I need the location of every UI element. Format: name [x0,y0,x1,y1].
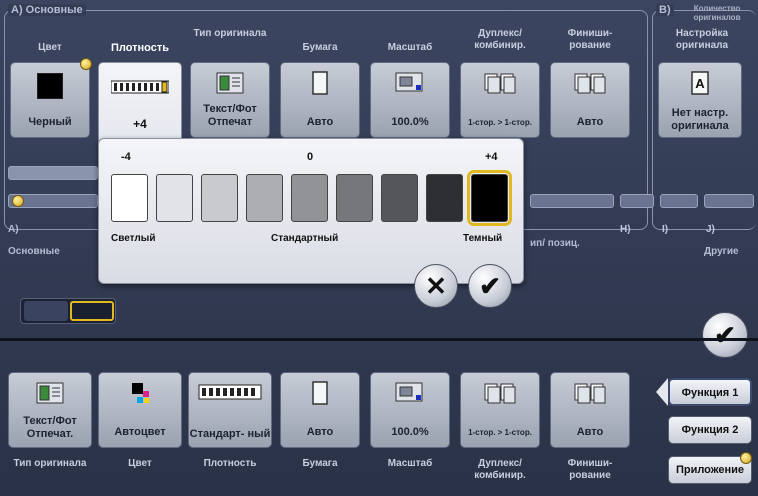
finishing-button[interactable]: Авто [550,62,630,138]
section-a-label: А) Основные [8,4,86,16]
section-divider [0,338,758,341]
caption-density: Плотность [203,458,257,469]
scroll-segment-j[interactable] [704,194,754,208]
svg-text:A: A [695,76,705,91]
bottom-paper-button[interactable]: Авто [280,372,360,448]
header-duplex: Дуплекс/ комбинир. [474,28,526,51]
letter-j: J) [706,224,715,235]
caption-zoom: Масштаб [387,458,433,469]
header-paper: Бумага [302,42,338,53]
black-square-icon [37,73,63,99]
density-level-1[interactable] [336,174,373,222]
density-max-label: +4 [485,151,498,163]
caption-original-type: Тип оригинала [13,458,87,469]
bottom-duplex-button[interactable]: 1-стор. > 1-стор. [460,372,540,448]
header-original-type: Тип оригинала [193,28,267,39]
density-gauge-icon [198,381,262,405]
strip-basic-label: Основные [8,246,60,257]
bottom-color-button[interactable]: Автоцвет [98,372,182,448]
color-indicator-dot [80,58,92,70]
header-color: Цвет [38,42,62,53]
density-level-3[interactable] [426,174,463,222]
density-level--4[interactable] [111,174,148,222]
original-setting-button[interactable]: A Нет настр. оригинала [658,62,742,138]
density-level--3[interactable] [156,174,193,222]
caption-finishing: Финиши- рование [567,458,613,481]
auto-color-icon [124,381,156,405]
header-finishing: Финиши- рование [567,28,613,51]
start-ok-button[interactable]: ✔ [702,312,748,358]
paper-button[interactable]: Авто [280,62,360,138]
paper-icon [304,71,336,95]
function-selector-arrow [656,378,668,406]
density-level--2[interactable] [201,174,238,222]
toggle-list-view[interactable] [24,301,68,321]
scroll-position-dot [12,195,24,207]
bottom-finishing-button[interactable]: Авто [550,372,630,448]
section-b-label: В) [656,4,674,16]
function-1-button[interactable]: Функция 1 [668,378,752,406]
caption-duplex: Дуплекс/ комбинир. [474,458,526,481]
scroll-segment-i[interactable] [660,194,698,208]
dark-label: Темный [463,233,503,244]
duplex-icon [484,381,516,405]
copier-screen: А) Основные В) Количество оригиналов Цве… [0,0,758,496]
density-button[interactable]: +4 [98,62,182,144]
original-count-label: Количество оригиналов [693,4,741,22]
scroll-segment-h[interactable] [620,194,654,208]
document-photo-icon [34,381,66,405]
original-a-icon: A [684,71,716,95]
original-type-button[interactable]: Текст/Фот Отпечат [190,62,270,138]
header-zoom: Масштаб [387,42,433,53]
display-toggle [20,298,116,324]
application-indicator-dot [740,452,752,464]
document-photo-icon [214,71,246,95]
density-level--1[interactable] [246,174,283,222]
zoom-icon [394,381,426,405]
bottom-density-button[interactable]: Стандарт- ный [188,372,272,448]
density-level-2[interactable] [381,174,418,222]
cancel-button[interactable]: ✕ [414,264,458,308]
function-2-button[interactable]: Функция 2 [668,416,752,444]
header-density: Плотность [110,42,170,54]
finishing-icon [574,381,606,405]
application-button[interactable]: Приложение [668,456,752,484]
toggle-scroll-view[interactable] [70,301,114,321]
duplex-button[interactable]: 1-стор. > 1-стор. [460,62,540,138]
zoom-icon [394,71,426,95]
light-label: Светлый [111,233,156,244]
header-original-setting: Настройка оригинала [675,28,729,51]
strip-type-position-label: ип/ позиц. [530,238,580,249]
caption-paper: Бумага [302,458,338,469]
bottom-zoom-button[interactable]: 100.0% [370,372,450,448]
density-level-4[interactable] [467,170,512,226]
standard-label: Стандартный [271,233,339,244]
ok-button[interactable]: ✔ [468,264,512,308]
density-gauge-icon [110,79,170,95]
density-mid-label: 0 [307,151,314,163]
strip-section-letter: А) [8,224,19,235]
scroll-tab-left[interactable] [8,166,98,180]
bottom-original-type-button[interactable]: Текст/Фот Отпечат. [8,372,92,448]
paper-icon [304,381,336,405]
letter-i: I) [662,224,669,235]
finishing-icon [574,71,606,95]
density-level-0[interactable] [291,174,328,222]
strip-other-label: Другие [704,246,739,257]
letter-h: H) [620,224,631,235]
zoom-button[interactable]: 100.0% [370,62,450,138]
density-min-label: -4 [121,151,131,163]
color-button[interactable]: Черный [10,62,90,138]
caption-color: Цвет [128,458,152,469]
density-popup: -4 0 +4 Светлый Стандартный Темный [98,138,524,284]
duplex-icon [484,71,516,95]
scroll-segment-g[interactable] [530,194,614,208]
